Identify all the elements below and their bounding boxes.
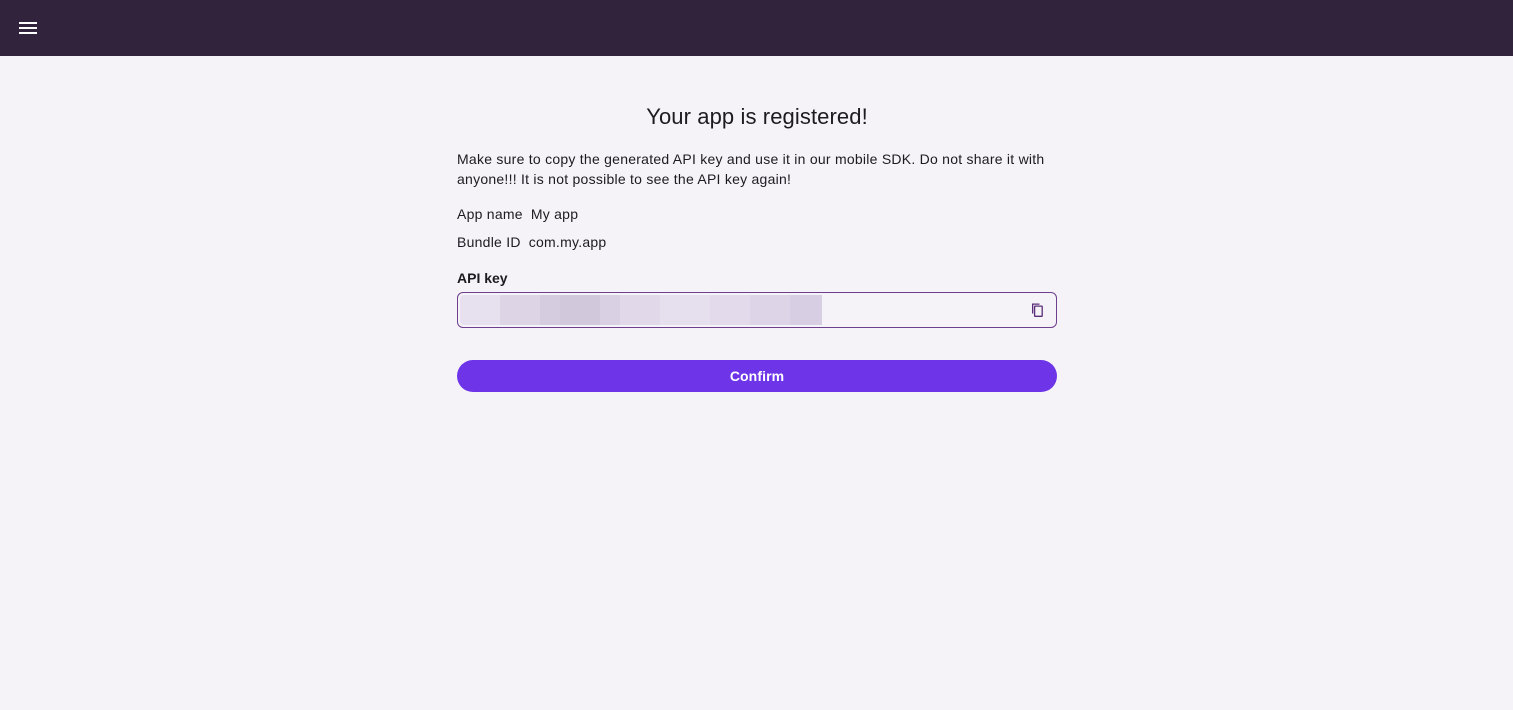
app-name-label: App name [457,206,523,222]
description-text: Make sure to copy the generated API key … [457,151,1045,187]
bundle-id-value: com.my.app [528,234,607,250]
confirm-button[interactable]: Confirm [457,360,1057,392]
api-key-label: API key [457,270,508,286]
menu-button[interactable] [14,14,42,42]
top-app-bar [0,0,1513,56]
copy-button[interactable] [1028,301,1046,319]
hamburger-menu-icon [19,22,37,34]
api-key-redacted-value[interactable] [460,295,822,325]
app-name-row: App name My app [457,204,578,224]
app-name-value: My app [530,206,579,222]
copy-icon [1032,303,1043,317]
page-title: Your app is registered! [646,104,868,129]
api-key-field[interactable] [457,292,1057,328]
bundle-id-row: Bundle ID com.my.app [457,232,606,252]
bundle-id-label: Bundle ID [457,234,521,250]
